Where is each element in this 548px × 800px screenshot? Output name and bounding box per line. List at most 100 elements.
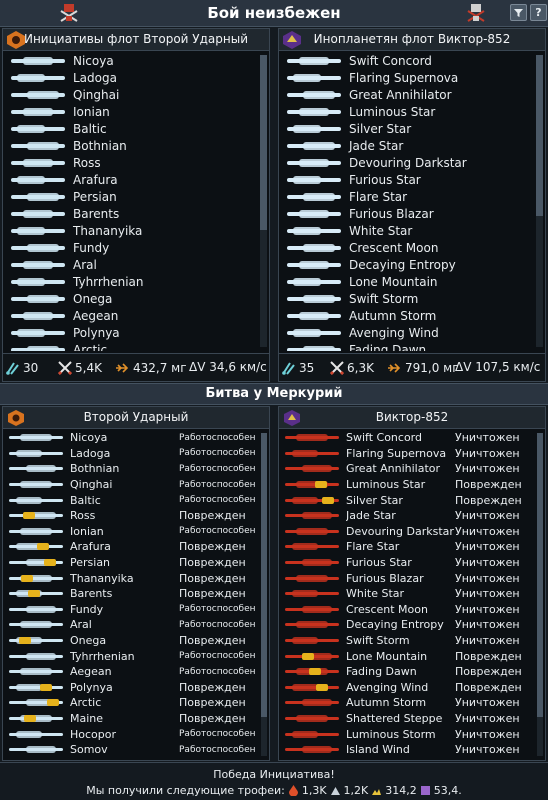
list-item[interactable]: Arctic <box>3 341 257 351</box>
table-row[interactable]: Onega Поврежден <box>3 633 259 649</box>
table-row[interactable]: Aegean Работоспособен <box>3 664 259 680</box>
table-row[interactable]: Nicoya Работоспособен <box>3 430 259 446</box>
list-item[interactable]: Fundy <box>3 239 257 256</box>
enemy-list-scrollbar[interactable] <box>536 55 543 347</box>
list-item[interactable]: Devouring Darkstar <box>279 154 533 171</box>
list-item[interactable]: White Star <box>279 222 533 239</box>
list-item[interactable]: Decaying Entropy <box>279 256 533 273</box>
ship-silhouette-icon <box>284 745 340 754</box>
table-row[interactable]: Ladoga Работоспособен <box>3 446 259 462</box>
list-item[interactable]: Avenging Wind <box>279 324 533 341</box>
ship-status: Поврежден <box>179 556 246 570</box>
table-row[interactable]: Flaring Supernova Уничтожен <box>279 446 535 462</box>
table-row[interactable]: Great Annihilator Уничтожен <box>279 461 535 477</box>
enemy-fleet-header: Инопланетян флот Виктор-852 <box>279 29 545 51</box>
list-item[interactable]: Baltic <box>3 120 257 137</box>
enemy-battle-scrollbar[interactable] <box>537 433 543 756</box>
table-row[interactable]: Hocopor Работоспособен <box>3 726 259 742</box>
table-row[interactable]: Furious Star Уничтожен <box>279 555 535 571</box>
list-item[interactable]: Swift Storm <box>279 290 533 307</box>
table-row[interactable]: Island Wind Уничтожен <box>279 742 535 758</box>
table-row[interactable]: Furious Blazar Уничтожен <box>279 570 535 586</box>
table-row[interactable]: Swift Concord Уничтожен <box>279 430 535 446</box>
table-row[interactable]: Polynya Поврежден <box>3 680 259 696</box>
ship-name: Qinghai <box>73 87 120 102</box>
list-item[interactable]: Barents <box>3 205 257 222</box>
list-item[interactable]: Flaring Supernova <box>279 69 533 86</box>
table-row[interactable]: Fundy Работоспособен <box>3 602 259 618</box>
combat-power-stat: 6,3K <box>329 360 374 376</box>
list-item[interactable]: Polynya <box>3 324 257 341</box>
list-item[interactable]: Flare Star <box>279 188 533 205</box>
table-row[interactable]: Jade Star Уничтожен <box>279 508 535 524</box>
table-row[interactable]: Arctic Поврежден <box>3 695 259 711</box>
table-row[interactable]: Aral Работоспособен <box>3 617 259 633</box>
table-row[interactable]: Flare Star Уничтожен <box>279 539 535 555</box>
ship-silhouette-icon <box>284 527 340 536</box>
table-row[interactable]: Ionian Работоспособен <box>3 524 259 540</box>
table-row[interactable]: Decaying Entropy Уничтожен <box>279 617 535 633</box>
player-battle-scrollbar[interactable] <box>261 433 267 756</box>
list-item[interactable]: Aral <box>3 256 257 273</box>
list-item[interactable]: Jade Star <box>279 137 533 154</box>
list-item[interactable]: Thananyika <box>3 222 257 239</box>
list-item[interactable]: Luminous Star <box>279 103 533 120</box>
table-row[interactable]: Luminous Star Поврежден <box>279 477 535 493</box>
ship-name: Flare Star <box>346 540 400 554</box>
table-row[interactable]: Crescent Moon Уничтожен <box>279 602 535 618</box>
table-row[interactable]: Ross Поврежден <box>3 508 259 524</box>
table-row[interactable]: Avenging Wind Поврежден <box>279 680 535 696</box>
table-row[interactable]: Qinghai Работоспособен <box>3 477 259 493</box>
table-row[interactable]: Devouring Darkstar Уничтожен <box>279 524 535 540</box>
list-item[interactable]: Ross <box>3 154 257 171</box>
table-row[interactable]: Baltic Работоспособен <box>3 492 259 508</box>
list-item[interactable]: Ionian <box>3 103 257 120</box>
help-button[interactable]: ? <box>530 4 547 21</box>
table-row[interactable]: Luminous Storm Уничтожен <box>279 726 535 742</box>
table-row[interactable]: Maine Поврежден <box>3 711 259 727</box>
table-row[interactable]: Bothnian Работоспособен <box>3 461 259 477</box>
table-row[interactable]: Shattered Steppe Уничтожен <box>279 711 535 727</box>
player-list-scrollbar[interactable] <box>260 55 267 347</box>
ship-silhouette-icon <box>9 260 67 270</box>
ship-status: Поврежден <box>179 696 246 710</box>
list-item[interactable]: Onega <box>3 290 257 307</box>
table-row[interactable]: Tyhrrhenian Работоспособен <box>3 648 259 664</box>
table-row[interactable]: Autumn Storm Уничтожен <box>279 695 535 711</box>
list-item[interactable]: Furious Star <box>279 171 533 188</box>
ship-silhouette-icon <box>285 141 343 151</box>
table-row[interactable]: Swift Storm Уничтожен <box>279 633 535 649</box>
list-item[interactable]: Great Annihilator <box>279 86 533 103</box>
table-row[interactable]: Persian Поврежден <box>3 555 259 571</box>
list-item[interactable]: Bothnian <box>3 137 257 154</box>
list-item[interactable]: Tyhrrhenian <box>3 273 257 290</box>
list-item[interactable]: Qinghai <box>3 86 257 103</box>
list-item[interactable]: Nicoya <box>3 52 257 69</box>
list-item[interactable]: Swift Concord <box>279 52 533 69</box>
table-row[interactable]: Somov Работоспособен <box>3 742 259 758</box>
table-row[interactable]: Barents Поврежден <box>3 586 259 602</box>
table-row[interactable]: Arafura Поврежден <box>3 539 259 555</box>
list-item[interactable]: Aegean <box>3 307 257 324</box>
list-item[interactable]: Crescent Moon <box>279 239 533 256</box>
ship-silhouette-icon <box>285 73 343 83</box>
table-row[interactable]: White Star Уничтожен <box>279 586 535 602</box>
table-row[interactable]: Fading Dawn Поврежден <box>279 664 535 680</box>
ship-name: Tyhrrhenian <box>70 649 135 663</box>
list-item[interactable]: Lone Mountain <box>279 273 533 290</box>
list-item[interactable]: Autumn Storm <box>279 307 533 324</box>
list-item[interactable]: Ladoga <box>3 69 257 86</box>
table-row[interactable]: Thananyika Поврежден <box>3 570 259 586</box>
list-item[interactable]: Furious Blazar <box>279 205 533 222</box>
filter-button[interactable] <box>510 4 527 21</box>
ship-status: Уничтожен <box>455 696 520 710</box>
table-row[interactable]: Lone Mountain Поврежден <box>279 648 535 664</box>
ship-silhouette-icon <box>8 449 64 458</box>
ship-status: Поврежден <box>179 634 246 648</box>
list-item[interactable]: Arafura <box>3 171 257 188</box>
list-item[interactable]: Persian <box>3 188 257 205</box>
table-row[interactable]: Silver Star Поврежден <box>279 492 535 508</box>
list-item[interactable]: Fading Dawn <box>279 341 533 351</box>
ship-status: Поврежден <box>179 680 246 694</box>
list-item[interactable]: Silver Star <box>279 120 533 137</box>
